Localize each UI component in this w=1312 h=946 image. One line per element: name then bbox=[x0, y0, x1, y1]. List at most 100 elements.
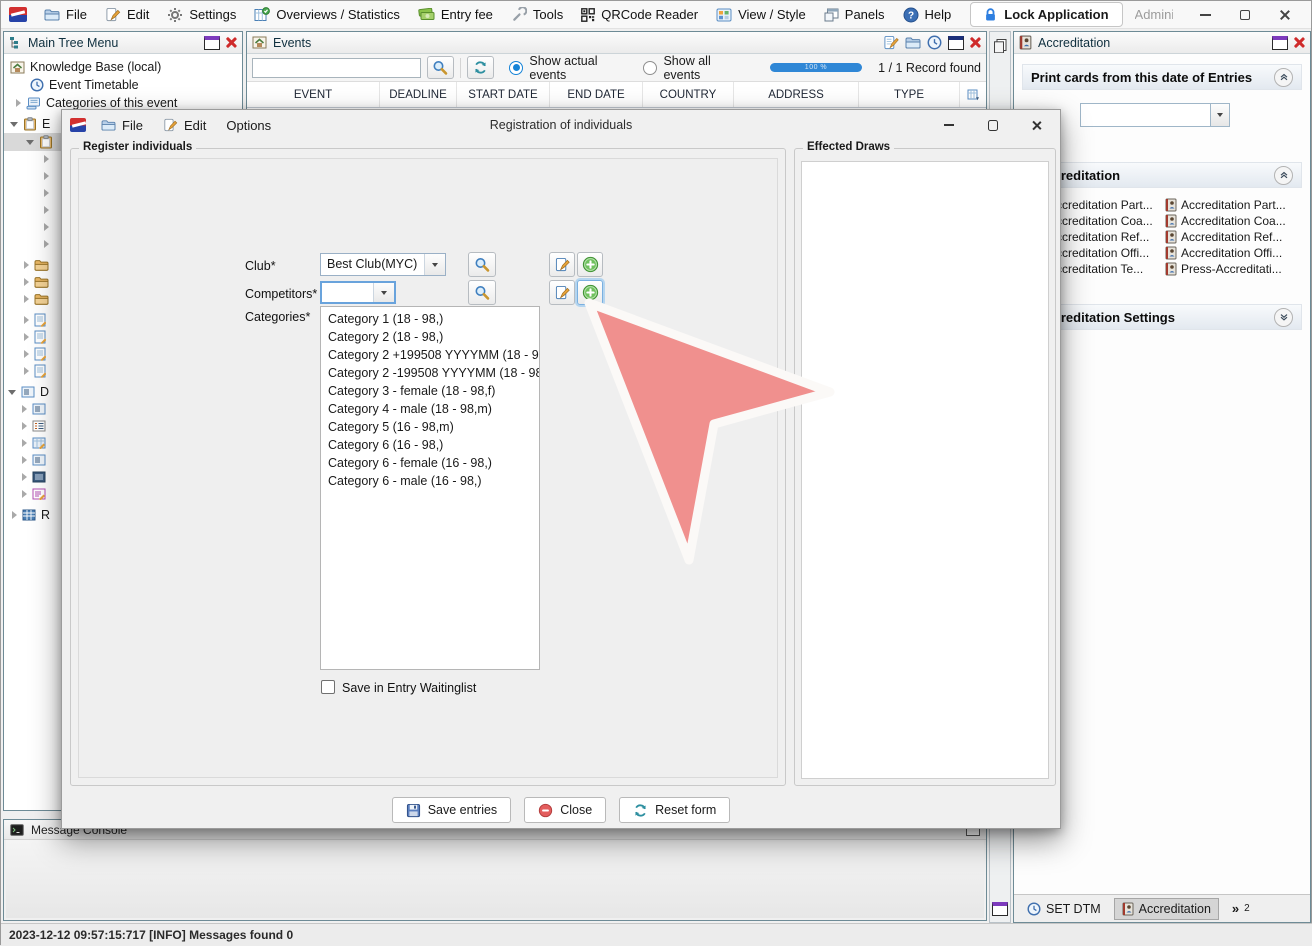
dialog-titlebar[interactable]: Registration of individuals File Edit Op… bbox=[62, 110, 1060, 140]
category-option[interactable]: Category 5 (16 - 98,m) bbox=[321, 418, 539, 436]
expander-icon[interactable] bbox=[22, 456, 27, 464]
print-cards-section-header[interactable]: Print cards from this date of Entries bbox=[1022, 64, 1302, 90]
expander-icon[interactable] bbox=[24, 261, 29, 269]
search-button[interactable] bbox=[427, 56, 454, 79]
expander-icon[interactable] bbox=[26, 140, 34, 145]
refresh-button[interactable] bbox=[467, 56, 494, 79]
category-option[interactable]: Category 6 - female (16 - 98,) bbox=[321, 454, 539, 472]
column-chooser-button[interactable] bbox=[960, 82, 986, 107]
category-option[interactable]: Category 2 +199508 YYYYMM (18 - 98,) bbox=[321, 346, 539, 364]
expander-icon[interactable] bbox=[24, 295, 29, 303]
accreditation-item[interactable]: Accreditation Part... bbox=[1165, 198, 1296, 212]
tab-set-dtm[interactable]: SET DTM bbox=[1019, 898, 1109, 920]
maximize-button[interactable] bbox=[1225, 2, 1265, 28]
pages-icon[interactable] bbox=[993, 38, 1008, 53]
category-option[interactable]: Category 6 - male (16 - 98,) bbox=[321, 472, 539, 490]
dialog-menu-options[interactable]: Options bbox=[217, 115, 280, 136]
expander-icon[interactable] bbox=[44, 172, 49, 180]
menu-qrcode[interactable]: QRCode Reader bbox=[572, 4, 707, 25]
close-button[interactable] bbox=[1265, 2, 1305, 28]
competitors-add-button[interactable] bbox=[577, 280, 603, 305]
competitors-search-button[interactable] bbox=[468, 280, 496, 305]
column-header-country[interactable]: COUNTRY bbox=[643, 82, 734, 107]
dialog-minimize-button[interactable] bbox=[934, 113, 964, 137]
menu-settings[interactable]: Settings bbox=[158, 4, 245, 26]
effected-draws-list[interactable] bbox=[801, 161, 1049, 779]
expander-icon[interactable] bbox=[22, 422, 27, 430]
expander-icon[interactable] bbox=[44, 206, 49, 214]
panel-maximize-icon[interactable] bbox=[204, 36, 220, 50]
category-option[interactable]: Category 3 - female (18 - 98,f) bbox=[321, 382, 539, 400]
column-header-start-date[interactable]: START DATE bbox=[457, 82, 550, 107]
menu-edit[interactable]: Edit bbox=[96, 4, 158, 25]
menu-panels[interactable]: Panels bbox=[815, 4, 894, 25]
expander-icon[interactable] bbox=[44, 189, 49, 197]
expander-icon[interactable] bbox=[44, 223, 49, 231]
waitlist-checkbox[interactable] bbox=[321, 680, 335, 694]
expander-icon[interactable] bbox=[24, 350, 29, 358]
accreditation-item[interactable]: Accreditation Ref... bbox=[1165, 230, 1296, 244]
panel-maximize-icon[interactable] bbox=[1272, 36, 1288, 50]
panel-close-icon[interactable] bbox=[970, 37, 981, 48]
menu-help[interactable]: ? Help bbox=[894, 4, 961, 26]
accreditation-item[interactable]: Press-Accreditati... bbox=[1165, 262, 1296, 276]
menu-file[interactable]: File bbox=[35, 4, 96, 25]
expander-icon[interactable] bbox=[24, 278, 29, 286]
accreditation-section-header[interactable]: Accreditation bbox=[1022, 162, 1302, 188]
accreditation-item[interactable]: Accreditation Offi... bbox=[1165, 246, 1296, 260]
column-header-end-date[interactable]: END DATE bbox=[550, 82, 643, 107]
dialog-close-button[interactable] bbox=[1022, 113, 1052, 137]
collapse-section-button[interactable] bbox=[1274, 166, 1293, 185]
category-option[interactable]: Category 1 (18 - 98,) bbox=[321, 310, 539, 328]
accreditation-item[interactable]: Accreditation Coa... bbox=[1165, 214, 1296, 228]
panel-close-icon[interactable] bbox=[1294, 37, 1305, 48]
dialog-menu-edit[interactable]: Edit bbox=[154, 115, 215, 136]
tab-accreditation[interactable]: Accreditation bbox=[1114, 898, 1219, 920]
club-edit-button[interactable] bbox=[549, 252, 575, 277]
menu-view-style[interactable]: View / Style bbox=[707, 4, 815, 25]
club-add-button[interactable] bbox=[577, 252, 603, 277]
print-date-input[interactable] bbox=[1080, 103, 1211, 127]
expander-icon[interactable] bbox=[22, 439, 27, 447]
expander-icon[interactable] bbox=[12, 511, 17, 519]
dialog-menu-file[interactable]: File bbox=[92, 115, 152, 136]
expander-icon[interactable] bbox=[22, 405, 27, 413]
club-search-button[interactable] bbox=[468, 252, 496, 277]
clock-icon[interactable] bbox=[927, 35, 942, 50]
expander-icon[interactable] bbox=[22, 473, 27, 481]
dropdown-button[interactable] bbox=[1211, 103, 1230, 127]
expander-icon[interactable] bbox=[16, 99, 21, 107]
menu-entry-fee[interactable]: Entry fee bbox=[409, 4, 502, 25]
panel-maximize-icon[interactable] bbox=[948, 36, 964, 50]
folder-icon[interactable] bbox=[905, 36, 921, 49]
events-search-input[interactable] bbox=[252, 58, 421, 78]
tree-item-event-timetable[interactable]: Event Timetable bbox=[4, 76, 242, 94]
column-header-address[interactable]: ADDRESS bbox=[734, 82, 859, 107]
minimize-button[interactable] bbox=[1185, 2, 1225, 28]
lock-application-button[interactable]: Lock Application bbox=[970, 2, 1122, 27]
expander-icon[interactable] bbox=[22, 490, 27, 498]
competitors-input[interactable] bbox=[322, 283, 373, 302]
category-option[interactable]: Category 2 -199508 YYYYMM (18 - 98,) bbox=[321, 364, 539, 382]
category-option[interactable]: Category 6 (16 - 98,) bbox=[321, 436, 539, 454]
reset-form-button[interactable]: Reset form bbox=[619, 797, 730, 823]
column-header-event[interactable]: EVENT bbox=[247, 82, 380, 107]
collapse-section-button[interactable] bbox=[1274, 68, 1293, 87]
expander-icon[interactable] bbox=[24, 333, 29, 341]
expander-icon[interactable] bbox=[24, 367, 29, 375]
save-entries-button[interactable]: Save entries bbox=[392, 797, 511, 823]
tab-overflow-button[interactable]: » 2 bbox=[1224, 897, 1258, 920]
expander-icon[interactable] bbox=[44, 155, 49, 163]
category-option[interactable]: Category 4 - male (18 - 98,m) bbox=[321, 400, 539, 418]
menu-overviews[interactable]: Overviews / Statistics bbox=[245, 4, 409, 26]
dropdown-button[interactable] bbox=[424, 254, 445, 275]
expander-icon[interactable] bbox=[24, 316, 29, 324]
club-combobox[interactable]: Best Club(MYC) bbox=[320, 253, 446, 276]
edit-record-icon[interactable] bbox=[883, 35, 899, 50]
competitors-combobox[interactable] bbox=[320, 281, 396, 304]
competitors-edit-button[interactable] bbox=[549, 280, 575, 305]
column-header-deadline[interactable]: DEADLINE bbox=[380, 82, 457, 107]
expander-icon[interactable] bbox=[8, 390, 16, 395]
panel-close-icon[interactable] bbox=[226, 37, 237, 48]
column-header-type[interactable]: TYPE bbox=[859, 82, 960, 107]
